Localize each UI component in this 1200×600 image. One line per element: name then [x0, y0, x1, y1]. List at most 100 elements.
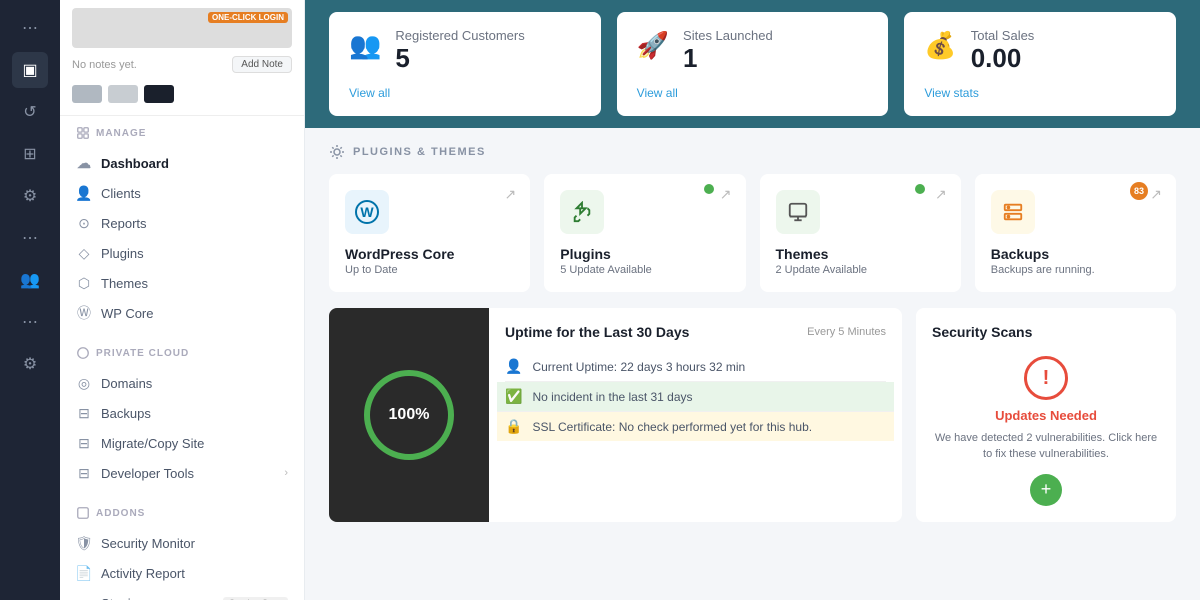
- plugin-card-wpcore[interactable]: W ↗ WordPress Core Up to Date: [329, 174, 530, 292]
- sales-icon: 💰: [924, 30, 956, 61]
- icon-bar-dots[interactable]: ⋯: [12, 10, 48, 46]
- plugins-card-icon: [560, 190, 604, 234]
- uptime-incident-text: No incident in the last 31 days: [532, 390, 692, 404]
- backups-nav-icon: ⊟: [76, 405, 92, 421]
- wpcore-card-status: Up to Date: [345, 264, 514, 276]
- sidebar-item-themes[interactable]: ⬡ Themes: [60, 268, 304, 298]
- manage-label: MANAGE: [76, 126, 288, 140]
- icon-bar-refresh[interactable]: ↺: [12, 94, 48, 130]
- plugins-arrow-icon: ↗: [720, 186, 732, 203]
- sidebar-top: ONE-CLICK LOGIN No notes yet. Add Note: [60, 0, 304, 116]
- backups-card-icon: [991, 190, 1035, 234]
- sites-info: Sites Launched 1: [683, 28, 868, 74]
- plugin-card-plugins[interactable]: ↗ Plugins 5 Update Available: [544, 174, 745, 292]
- sales-info: Total Sales 0.00: [971, 28, 1156, 74]
- staging-icon: ☁: [76, 595, 92, 600]
- cloud-section-icon: [76, 346, 90, 360]
- themes-status-dot: [915, 184, 925, 194]
- addons-label: ADDONS: [76, 506, 288, 520]
- reports-icon: ⊙: [76, 215, 92, 231]
- sidebar-item-label: Clients: [101, 186, 141, 201]
- sidebar-item-domains[interactable]: ◎ Domains: [60, 368, 304, 398]
- sidebar-item-dashboard[interactable]: ☁ Dashboard: [60, 148, 304, 178]
- dashboard-icon: ☁: [76, 155, 92, 171]
- sidebar-item-migrate[interactable]: ⊟ Migrate/Copy Site: [60, 428, 304, 458]
- domains-icon: ◎: [76, 375, 92, 391]
- sidebar-item-label: Themes: [101, 276, 148, 291]
- main-body: PLUGINS & THEMES W ↗ WordPress Core Up t…: [305, 128, 1200, 600]
- plugins-card-name: Plugins: [560, 246, 729, 262]
- sidebar-item-label: Migrate/Copy Site: [101, 436, 204, 451]
- wpcore-arrow-icon: ↗: [505, 186, 517, 203]
- icon-bar-settings[interactable]: ⚙: [12, 178, 48, 214]
- security-warning-icon: !: [1024, 356, 1068, 400]
- uptime-details-panel: Uptime for the Last 30 Days Every 5 Minu…: [489, 308, 902, 522]
- sidebar-item-label: Backups: [101, 406, 151, 421]
- uptime-percentage-text: 100%: [389, 406, 430, 424]
- plugin-card-themes[interactable]: ↗ Themes 2 Update Available: [760, 174, 961, 292]
- uptime-check-icon: ✅: [505, 388, 522, 405]
- uptime-item-incident: ✅ No incident in the last 31 days: [497, 382, 894, 412]
- icon-bar-grid[interactable]: ⊞: [12, 136, 48, 172]
- icon-bar-more1[interactable]: ⋯: [12, 220, 48, 256]
- uptime-user-icon: 👤: [505, 358, 522, 375]
- themes-card-icon: [776, 190, 820, 234]
- sidebar-item-activity-report[interactable]: 📄 Activity Report: [60, 558, 304, 588]
- uptime-ssl-text: SSL Certificate: No check performed yet …: [532, 420, 812, 434]
- customers-icon: 👥: [349, 30, 381, 61]
- swatch-3: [144, 85, 174, 103]
- backups-badge-count: 83: [1130, 182, 1148, 200]
- icon-bar-gear[interactable]: ⚙: [12, 346, 48, 382]
- plugin-card-backups[interactable]: 83 ↗ Backups Backups are running.: [975, 174, 1176, 292]
- security-warning-desc: We have detected 2 vulnerabilities. Clic…: [932, 431, 1160, 462]
- uptime-title-text: Uptime for the Last 30 Days: [505, 324, 689, 340]
- sidebar-item-backups[interactable]: ⊟ Backups: [60, 398, 304, 428]
- security-fix-button[interactable]: +: [1030, 474, 1062, 506]
- wpcore-icon: Ⓦ: [76, 305, 92, 321]
- private-cloud-label: PRIVATE CLOUD: [76, 346, 288, 360]
- sidebar-item-wpcore[interactable]: Ⓦ WP Core: [60, 298, 304, 328]
- devtools-icon: ⊟: [76, 465, 92, 481]
- manage-icon: [76, 126, 90, 140]
- icon-bar-users[interactable]: 👥: [12, 262, 48, 298]
- sites-label: Sites Launched: [683, 28, 868, 43]
- chevron-right-icon: ›: [284, 467, 288, 479]
- customers-view-all-link[interactable]: View all: [349, 86, 581, 100]
- sites-value: 1: [683, 43, 868, 74]
- uptime-current-text: Current Uptime: 22 days 3 hours 32 min: [532, 360, 745, 374]
- wpcore-card-name: WordPress Core: [345, 246, 514, 262]
- sales-value: 0.00: [971, 43, 1156, 74]
- sidebar: ONE-CLICK LOGIN No notes yet. Add Note M…: [60, 0, 305, 600]
- security-warning-title: Updates Needed: [995, 408, 1097, 423]
- icon-bar-dashboard[interactable]: ▣: [12, 52, 48, 88]
- themes-arrow-icon: ↗: [935, 186, 947, 203]
- sidebar-item-plugins[interactable]: ◇ Plugins: [60, 238, 304, 268]
- gear-section-icon: [329, 144, 345, 160]
- site-preview: ONE-CLICK LOGIN: [72, 8, 292, 48]
- color-swatches: [72, 81, 292, 107]
- sidebar-item-clients[interactable]: 👤 Clients: [60, 178, 304, 208]
- sidebar-item-reports[interactable]: ⊙ Reports: [60, 208, 304, 238]
- sidebar-item-devtools[interactable]: ⊟ Developer Tools ›: [60, 458, 304, 488]
- sales-view-stats-link[interactable]: View stats: [924, 86, 1156, 100]
- stat-card-customers: 👥 Registered Customers 5 View all: [329, 12, 601, 116]
- uptime-percentage-circle: 100%: [364, 370, 454, 460]
- plugins-icon: ◇: [76, 245, 92, 261]
- stat-card-sites: 🚀 Sites Launched 1 View all: [617, 12, 889, 116]
- sidebar-notes: No notes yet. Add Note: [72, 56, 292, 73]
- icon-bar-more2[interactable]: ⋯: [12, 304, 48, 340]
- security-section: Security Scans ! Updates Needed We have …: [916, 308, 1176, 522]
- customers-value: 5: [395, 43, 580, 74]
- security-title-text: Security Scans: [932, 324, 1160, 340]
- uptime-header: Uptime for the Last 30 Days Every 5 Minu…: [505, 324, 886, 340]
- migrate-icon: ⊟: [76, 435, 92, 451]
- sidebar-item-staging[interactable]: ☁ Staging Coming Soon: [60, 588, 304, 600]
- site-badge: ONE-CLICK LOGIN: [208, 12, 288, 23]
- sites-view-all-link[interactable]: View all: [637, 86, 869, 100]
- security-warning-panel: ! Updates Needed We have detected 2 vuln…: [932, 356, 1160, 506]
- backups-card-name: Backups: [991, 246, 1160, 262]
- addons-section: ADDONS: [60, 496, 304, 528]
- sidebar-item-security-monitor[interactable]: 🛡 Security Monitor: [60, 528, 304, 558]
- themes-icon: ⬡: [76, 275, 92, 291]
- add-note-button[interactable]: Add Note: [232, 56, 292, 73]
